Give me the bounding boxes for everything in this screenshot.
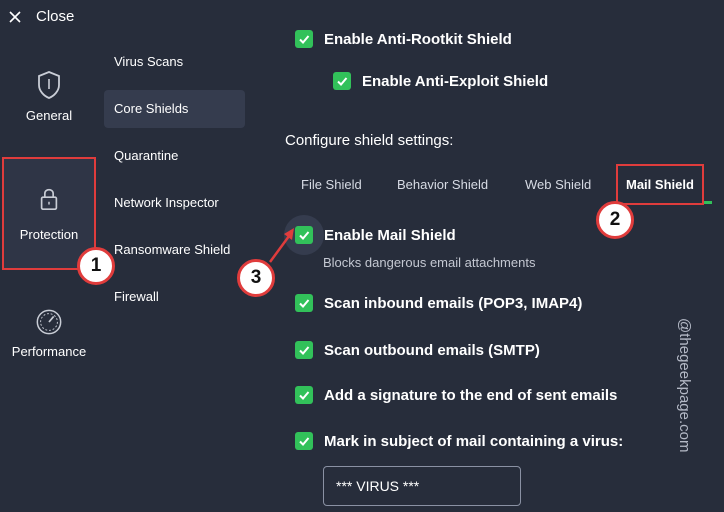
add-signature-checkbox[interactable] [295,386,313,404]
checkmark-icon [337,77,348,86]
checkmark-icon [299,391,310,400]
checkmark-icon [299,437,310,446]
tab-file-shield[interactable]: File Shield [301,167,362,203]
add-signature-label: Add a signature to the end of sent email… [324,386,618,404]
arrow-icon [268,228,294,263]
anti-exploit-option[interactable]: Enable Anti-Exploit Shield [333,72,548,90]
configure-heading: Configure shield settings: [285,132,454,149]
add-signature-option[interactable]: Add a signature to the end of sent email… [295,386,617,404]
virus-tag-input[interactable]: *** VIRUS *** [323,466,521,506]
enable-mail-shield-label: Enable Mail Shield [324,226,456,244]
nav-protection-label: Protection [19,227,79,242]
submenu-firewall[interactable]: Firewall [104,278,245,316]
anti-exploit-label: Enable Anti-Exploit Shield [362,72,549,90]
scan-inbound-checkbox[interactable] [295,294,313,312]
mark-subject-label: Mark in subject of mail containing a vir… [324,432,624,450]
scan-inbound-label: Scan inbound emails (POP3, IMAP4) [324,294,583,312]
gauge-icon [36,309,62,335]
enable-mail-shield-description: Blocks dangerous email attachments [323,255,536,270]
submenu-core-shields[interactable]: Core Shields [104,90,245,128]
nav-general-label: General [25,108,73,123]
scan-outbound-label: Scan outbound emails (SMTP) [324,341,540,359]
submenu-quarantine[interactable]: Quarantine [104,137,245,175]
nav-performance-label: Performance [11,344,87,359]
mark-subject-option[interactable]: Mark in subject of mail containing a vir… [295,432,623,450]
checkmark-icon [299,346,310,355]
tab-mail-shield[interactable]: Mail Shield [616,164,704,205]
scan-outbound-option[interactable]: Scan outbound emails (SMTP) [295,341,540,359]
submenu-virus-scans[interactable]: Virus Scans [104,43,245,81]
anti-rootkit-label: Enable Anti-Rootkit Shield [324,30,512,48]
tab-web-shield[interactable]: Web Shield [525,167,591,203]
shield-tabs: File Shield Behavior Shield Web Shield M… [285,164,713,205]
mark-subject-checkbox[interactable] [295,432,313,450]
nav-performance[interactable]: Performance [0,308,98,359]
callout-2: 2 [596,201,634,239]
nav-general[interactable]: General [0,70,98,123]
submenu-network-inspector[interactable]: Network Inspector [104,184,245,222]
tab-behavior-shield[interactable]: Behavior Shield [397,167,488,203]
anti-rootkit-checkbox[interactable] [295,30,313,48]
checkmark-icon [299,299,310,308]
shield-icon [38,71,60,99]
scan-inbound-option[interactable]: Scan inbound emails (POP3, IMAP4) [295,294,582,312]
watermark-text: @thegeekpage.com [676,318,693,453]
close-button[interactable]: Close [8,8,74,25]
submenu-ransomware-shield[interactable]: Ransomware Shield [104,231,245,269]
close-icon [9,10,21,23]
checkmark-icon [299,231,310,240]
lock-icon [40,188,58,210]
anti-rootkit-option[interactable]: Enable Anti-Rootkit Shield [295,30,512,48]
active-tab-indicator [704,201,712,204]
enable-mail-shield-option[interactable]: Enable Mail Shield [295,226,456,244]
anti-exploit-checkbox[interactable] [333,72,351,90]
callout-3: 3 [237,259,275,297]
scan-outbound-checkbox[interactable] [295,341,313,359]
close-label: Close [36,8,75,25]
checkmark-icon [299,35,310,44]
